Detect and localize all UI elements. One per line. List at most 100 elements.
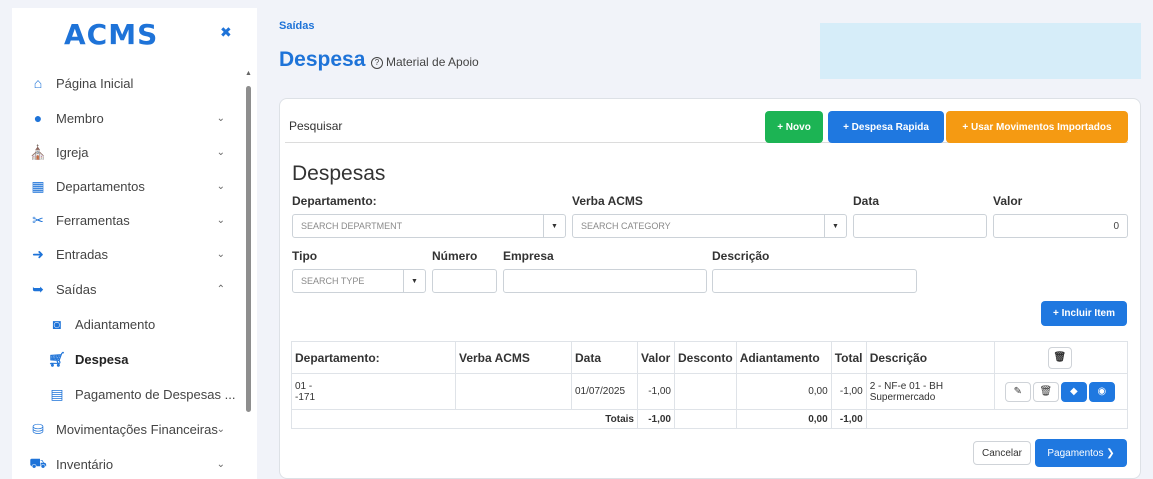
help-label: Material de Apoio: [386, 55, 479, 69]
descricao-input[interactable]: [712, 269, 917, 293]
advance-icon: ◙: [52, 316, 62, 332]
empresa-label: Empresa: [503, 249, 554, 263]
chevron-down-icon: ⌄: [216, 214, 225, 226]
tag-button[interactable]: ◆: [1060, 381, 1087, 402]
sidebar-item-adiantamento[interactable]: ◙ Adiantamento: [12, 307, 237, 341]
category-select[interactable]: SEARCH CATEGORY ▼: [572, 214, 847, 238]
chevron-up-icon: ⌃: [216, 283, 225, 295]
empresa-input[interactable]: [503, 269, 707, 293]
sidebar-item-label: Despesa: [75, 351, 129, 367]
descricao-line-2: Supermercado: [869, 391, 936, 403]
tools-icon: ✂: [32, 211, 44, 228]
tipo-label: Tipo: [292, 249, 318, 263]
incluir-item-button[interactable]: + Incluir Item: [1041, 301, 1127, 326]
col-total: Total: [830, 341, 867, 374]
department-placeholder: SEARCH DEPARTMENT: [301, 221, 403, 231]
chevron-down-icon: ⌄: [216, 458, 225, 470]
logo-row: ACMS ✖: [12, 8, 257, 68]
home-icon: ⌂: [33, 75, 43, 91]
col-verba: Verba ACMS: [455, 341, 572, 374]
col-valor: Valor: [637, 341, 675, 374]
col-data: Data: [571, 341, 638, 374]
cell-verba: [455, 373, 572, 410]
cart-icon: 🛒︎: [48, 350, 66, 367]
sign-in-icon: ➜: [32, 245, 44, 262]
pagamentos-button[interactable]: Pagamentos ❯: [1035, 439, 1127, 467]
category-placeholder: SEARCH CATEGORY: [581, 221, 671, 231]
sidebar-item-entradas[interactable]: ➜ Entradas ⌄: [12, 237, 237, 271]
sidebar-item-label: Adiantamento: [75, 316, 156, 332]
departamento-label: Departamento:: [292, 194, 377, 208]
app-logo[interactable]: ACMS: [64, 18, 158, 51]
col-actions: 🗑︎: [993, 341, 1129, 374]
camera-icon: ◉: [1097, 386, 1107, 397]
caret-down-icon[interactable]: ▼: [824, 215, 846, 237]
delete-all-button[interactable]: 🗑︎: [1047, 346, 1072, 369]
valor-input[interactable]: 0: [993, 214, 1128, 238]
type-select[interactable]: SEARCH TYPE ▼: [292, 269, 426, 293]
col-desconto: Desconto: [674, 341, 737, 374]
sidebar-item-label: Entradas: [56, 246, 109, 262]
sidebar-item-label: Departamentos: [56, 178, 145, 194]
delete-button[interactable]: 🗑︎: [1032, 381, 1059, 402]
edit-button[interactable]: ✎: [1004, 381, 1031, 402]
novo-button[interactable]: + Novo: [765, 111, 823, 143]
sidebar-scrollbar[interactable]: [246, 86, 251, 412]
cancel-button[interactable]: Cancelar: [973, 441, 1031, 465]
chevron-down-icon: ⌄: [216, 146, 225, 158]
chevron-down-icon: ⌄: [216, 112, 225, 124]
camera-button[interactable]: ◉: [1088, 381, 1115, 402]
department-select[interactable]: SEARCH DEPARTMENT ▼: [292, 214, 566, 238]
sidebar-item-pagamento-despesas[interactable]: ▤ Pagamento de Despesas ...: [12, 377, 237, 411]
usar-movimentos-button[interactable]: + Usar Movimentos Importados: [946, 111, 1128, 143]
data-label: Data: [853, 194, 880, 208]
sidebar-item-despesa[interactable]: 🛒︎ Despesa: [12, 342, 237, 376]
church-icon: ⛪: [29, 143, 47, 160]
tab-pesquisar[interactable]: Pesquisar: [289, 119, 342, 133]
caret-down-icon[interactable]: ▼: [403, 270, 425, 292]
pin-icon[interactable]: ✖: [220, 24, 232, 41]
despesa-rapida-button[interactable]: + Despesa Rapida: [828, 111, 944, 143]
inventory-icon: ⛟: [29, 454, 47, 471]
scroll-up-icon[interactable]: ▲: [245, 70, 252, 77]
chevron-down-icon: ⌄: [216, 423, 225, 435]
sitemap-icon: ▦: [31, 177, 45, 194]
sidebar-item-label: Página Inicial: [56, 75, 134, 91]
totals-row: Totais -1,00 0,00 -1,00: [291, 409, 1129, 429]
valor-value: 0: [1113, 220, 1119, 232]
sidebar-item-movimentacoes[interactable]: ⛁ Movimentações Financeiras ⌄: [12, 412, 237, 446]
cell-adiantamento: 0,00: [735, 373, 832, 410]
banner-placeholder: [820, 23, 1141, 79]
table-row[interactable]: 01 - -171 01/07/2025 -1,00 0,00 -1,00 2 …: [291, 373, 1129, 410]
user-icon: ●: [33, 110, 43, 126]
totals-total: -1,00: [830, 409, 867, 429]
sidebar-item-igreja[interactable]: ⛪ Igreja ⌄: [12, 135, 237, 169]
cell-departamento: 01 - -171: [291, 373, 456, 410]
numero-input[interactable]: [432, 269, 497, 293]
departamento-line-1: 01 -: [295, 380, 313, 392]
pencil-icon: ✎: [1013, 386, 1023, 397]
chevron-down-icon: ⌄: [216, 180, 225, 192]
sidebar-item-membro[interactable]: ● Membro ⌄: [12, 101, 237, 135]
caret-down-icon[interactable]: ▼: [543, 215, 565, 237]
sidebar-item-label: Inventário: [56, 456, 114, 472]
sidebar-item-inventario[interactable]: ⛟ Inventário ⌄: [12, 447, 237, 479]
items-table: Departamento: Verba ACMS Data Valor Desc…: [291, 341, 1129, 429]
help-link[interactable]: ? Material de Apoio: [371, 55, 479, 69]
bill-icon: ▤: [50, 385, 64, 402]
sidebar-item-departamentos[interactable]: ▦ Departamentos ⌄: [12, 169, 237, 203]
sidebar-item-pagina-inicial[interactable]: ⌂ Página Inicial: [12, 66, 237, 100]
col-departamento: Departamento:: [291, 341, 456, 374]
sidebar-item-label: Pagamento de Despesas ...: [75, 386, 236, 402]
help-icon: ?: [371, 57, 383, 69]
date-input[interactable]: [853, 214, 987, 238]
sidebar-item-saidas[interactable]: ➥ Saídas ⌃: [12, 272, 237, 306]
departamento-line-2: -171: [295, 391, 316, 403]
totals-label: Totais: [291, 409, 638, 429]
type-placeholder: SEARCH TYPE: [301, 276, 365, 286]
trash-icon: 🗑︎: [1039, 386, 1053, 397]
sidebar-item-ferramentas[interactable]: ✂ Ferramentas ⌄: [12, 203, 237, 237]
breadcrumb[interactable]: Saídas: [279, 20, 314, 32]
cell-total: -1,00: [830, 373, 867, 410]
col-adiantamento: Adiantamento: [735, 341, 832, 374]
